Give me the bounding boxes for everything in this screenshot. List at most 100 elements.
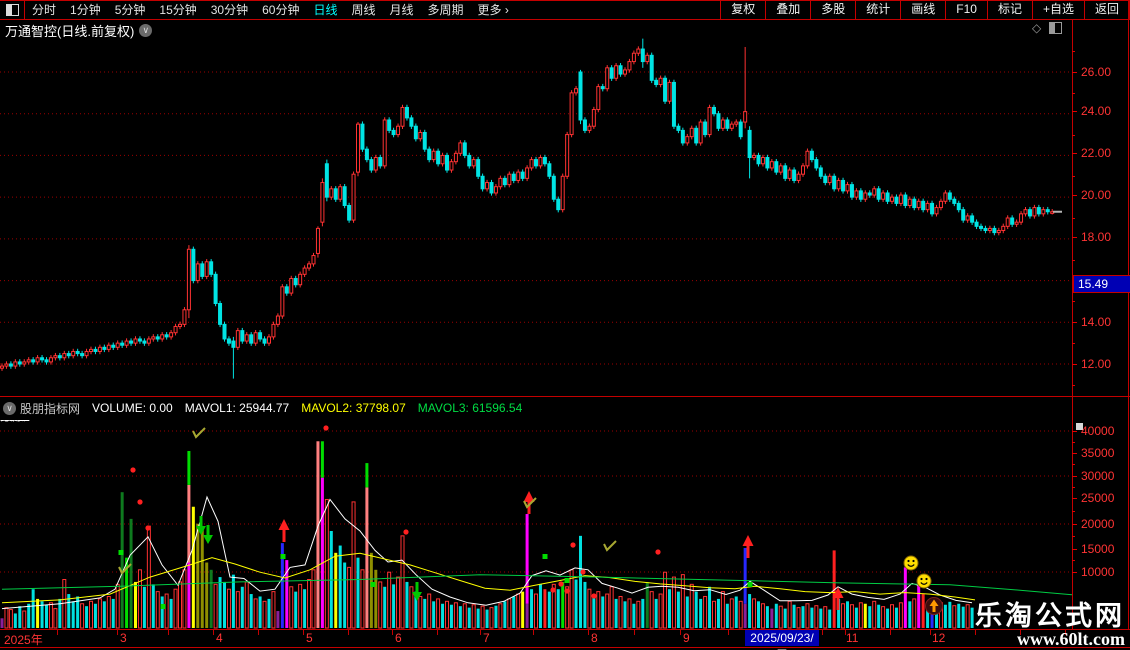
window-split-icon[interactable] <box>0 0 25 19</box>
price-axis-minor-tick <box>1072 51 1075 52</box>
candle-body <box>560 175 565 211</box>
volume-bar <box>748 594 752 628</box>
date-axis-month: 6 <box>395 631 402 645</box>
volume-bar <box>805 603 810 629</box>
volume-bar <box>943 604 947 628</box>
toolbar-period-周线[interactable]: 周线 <box>344 3 382 17</box>
toolbar-period-1分钟[interactable]: 1分钟 <box>63 3 108 17</box>
diamond-icon[interactable]: ◇ <box>1032 21 1041 35</box>
volume-bar <box>196 523 200 628</box>
toolbar-action-多股[interactable]: 多股 <box>810 0 855 19</box>
toolbar-action-叠加[interactable]: 叠加 <box>765 0 810 19</box>
volume-bar <box>334 552 338 628</box>
candle-body <box>66 353 71 357</box>
volume-bar <box>449 604 453 628</box>
candle-body <box>382 119 387 167</box>
volume-bar <box>97 598 102 629</box>
panel-layout-icon[interactable] <box>1049 22 1063 34</box>
candle-body <box>970 215 975 223</box>
candle-body <box>333 188 338 200</box>
candle-body <box>992 227 997 234</box>
date-axis-tick <box>728 630 729 635</box>
toolbar-period-5分钟[interactable]: 5分钟 <box>108 3 153 17</box>
toolbar-action-+自选[interactable]: +自选 <box>1031 0 1084 19</box>
volume-bar <box>213 583 218 629</box>
date-axis-tick <box>348 630 349 635</box>
period-menu: 分时 1分钟 5分钟 15分钟 30分钟 60分钟 日线 周线 月线 多周期 更多 › <box>25 1 516 18</box>
toolbar-period-更多 ›[interactable]: 更多 › <box>471 3 516 17</box>
volume-axis-minor-tick <box>1072 464 1075 465</box>
smiley-eye <box>920 577 923 581</box>
toolbar-period-30分钟[interactable]: 30分钟 <box>204 3 255 17</box>
date-axis-month: 7 <box>483 631 490 645</box>
volume-bar <box>418 595 423 629</box>
toolbar-action-F10[interactable]: F10 <box>945 0 987 19</box>
candle-body <box>404 106 409 119</box>
volume-bar-segment <box>743 603 747 628</box>
volume-bar-segment <box>187 484 191 563</box>
signal-red-dot <box>580 569 586 575</box>
volume-chart-canvas[interactable]: 破位破位实破破位牛实破实破牛实破底牛实破 <box>0 420 1072 629</box>
volume-bar <box>890 604 894 629</box>
toolbar-period-日线[interactable]: 日线 <box>306 3 344 17</box>
volume-bar <box>596 591 601 629</box>
candle-body <box>805 150 810 167</box>
volume-bar <box>307 579 312 629</box>
toolbar-period-月线[interactable]: 月线 <box>383 3 421 17</box>
candle-body <box>582 119 587 131</box>
toolbar-period-15分钟[interactable]: 15分钟 <box>152 3 203 17</box>
toolbar-action-标记[interactable]: 标记 <box>986 0 1032 19</box>
volume-bar <box>543 589 547 628</box>
volume-bar <box>0 618 4 628</box>
candle-body <box>631 52 636 63</box>
candle-body <box>476 159 481 177</box>
volume-bar <box>680 574 685 629</box>
candle-body <box>832 175 837 190</box>
candle-body <box>409 117 414 127</box>
toolbar-action-复权[interactable]: 复权 <box>720 0 765 19</box>
volume-bar <box>757 601 760 628</box>
date-axis-tick <box>588 630 589 635</box>
date-axis[interactable]: 2025/09/23/二 2025年 3 4 5 6 7 8 9 11 12 <box>0 629 1130 650</box>
volume-bar <box>45 604 48 628</box>
candle-body <box>827 175 832 184</box>
volume-bar <box>823 606 828 629</box>
candle-body <box>912 198 917 209</box>
candle-body <box>649 54 654 81</box>
price-axis-label: 26.00 <box>1081 65 1112 79</box>
candle-body <box>48 357 53 363</box>
toolbar-action-返回[interactable]: 返回 <box>1083 0 1130 19</box>
volume-bar <box>503 601 507 628</box>
chevron-down-icon[interactable]: ∨ <box>3 401 16 415</box>
toolbar-period-分时[interactable]: 分时 <box>25 3 63 17</box>
indicator-source[interactable]: 股朋指标网 <box>20 400 80 417</box>
price-axis-label: 22.00 <box>1081 146 1112 160</box>
candle-body <box>525 167 530 179</box>
toolbar-action-统计[interactable]: 统计 <box>855 0 900 19</box>
candle-body <box>204 261 209 277</box>
candle-body <box>814 159 819 169</box>
candle-body <box>863 192 868 200</box>
candle-body <box>173 325 178 334</box>
chevron-down-icon[interactable]: ∨ <box>139 23 153 37</box>
price-axis-minor-tick <box>1072 385 1075 386</box>
price-chart-canvas[interactable] <box>0 19 1072 396</box>
candle-body <box>703 121 708 136</box>
volume-bar <box>663 571 668 629</box>
candle-body <box>471 159 476 167</box>
candle-body <box>645 54 650 63</box>
volume-bar <box>676 591 680 628</box>
volume-bar <box>85 606 89 628</box>
volume-bar <box>462 603 467 629</box>
candle-body <box>324 163 329 198</box>
date-axis-tick <box>822 630 823 635</box>
candle-body <box>191 248 196 282</box>
volume-bar <box>841 603 846 629</box>
volume-bar <box>846 601 849 628</box>
toolbar-period-多周期[interactable]: 多周期 <box>421 3 471 17</box>
volume-bar <box>137 569 142 629</box>
toolbar-action-画线[interactable]: 画线 <box>900 0 945 19</box>
date-axis-tick <box>480 630 481 635</box>
candle-body <box>436 150 441 165</box>
toolbar-period-60分钟[interactable]: 60分钟 <box>255 3 306 17</box>
